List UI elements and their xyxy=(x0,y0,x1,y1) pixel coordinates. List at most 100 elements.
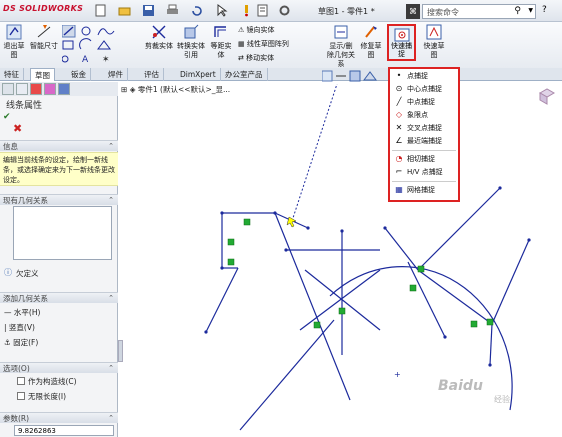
sketch-point xyxy=(306,226,310,230)
snap-item-point[interactable]: • 点捕捉 xyxy=(394,71,428,81)
tab-dimxpert[interactable]: DimXpert xyxy=(176,68,221,81)
snap-item-nearest[interactable]: ∠ 最近端捕捉 xyxy=(394,136,442,146)
parameters-header[interactable]: 参数(R) ⌃ xyxy=(0,412,118,423)
status-info-icon: ⓘ xyxy=(4,268,12,277)
exit-sketch-button[interactable]: 退出草图 xyxy=(2,23,26,60)
relation-vertical[interactable]: | 竖直(V) xyxy=(4,322,35,333)
title-bar: DS SOLIDWORKS 草图1 - 零件1 * ⌘ 搜索命令 ⚲ ▼ ? xyxy=(0,0,562,22)
help-button[interactable]: ? xyxy=(542,5,547,15)
magnifier-icon[interactable]: ⚲ xyxy=(514,6,521,16)
tab-office-products[interactable]: 办公室产品 xyxy=(221,68,268,81)
snap-item-label: 最近端捕捉 xyxy=(407,137,442,145)
relation-marker xyxy=(486,318,494,326)
collapse-icon[interactable]: ⌃ xyxy=(108,195,114,206)
command-manager-ribbon: 退出草图 智能尺寸 A ✶ 剪裁实体 转换实体引用 等距实体 ⚠ 镜向实体 ▦ 线… xyxy=(0,22,562,68)
relation-horizontal[interactable]: — 水平(H) xyxy=(4,307,40,318)
convert-entities-label: 转换实体引用 xyxy=(177,42,205,59)
sketch-point xyxy=(488,363,492,367)
ok-check-icon[interactable]: ✔ xyxy=(3,112,11,122)
smart-dimension-button[interactable]: 智能尺寸 xyxy=(30,23,58,51)
definition-status: 欠定义 xyxy=(16,269,39,278)
property-manager-tab[interactable] xyxy=(16,83,28,95)
linear-pattern-button[interactable]: ▦ 线性草图阵列 xyxy=(238,39,289,49)
new-document-icon[interactable] xyxy=(94,4,107,17)
graphics-area[interactable]: + xyxy=(122,84,562,437)
tangent-snap-icon: ◔ xyxy=(395,154,403,163)
linear-pattern-label: 线性草图阵列 xyxy=(246,40,289,48)
horizontal-icon: — xyxy=(4,308,12,317)
relation-fix[interactable]: ⚓ 固定(F) xyxy=(4,337,38,348)
vertical-icon: | xyxy=(4,323,7,332)
snap-item-midpoint[interactable]: ╱ 中点捕捉 xyxy=(394,97,435,107)
rebuild-icon[interactable] xyxy=(240,4,253,17)
options-header[interactable]: 选项(O) ⌃ xyxy=(0,362,118,373)
construction-checkbox[interactable] xyxy=(17,377,25,385)
collapse-icon[interactable]: ⌃ xyxy=(108,363,114,374)
configuration-manager-tab[interactable] xyxy=(30,83,42,95)
existing-relations-list[interactable] xyxy=(13,206,112,260)
svg-text:✶: ✶ xyxy=(102,55,110,65)
snap-item-center-point[interactable]: ⊙ 中心点捕捉 xyxy=(394,84,442,94)
snap-item-intersection[interactable]: ✕ 交叉点捕捉 xyxy=(394,123,442,133)
solidworks-logo[interactable]: DS SOLIDWORKS xyxy=(3,4,83,13)
sketch-line xyxy=(489,323,493,366)
collapse-icon[interactable]: ⌃ xyxy=(108,413,114,424)
save-icon[interactable] xyxy=(142,4,155,17)
move-entities-button[interactable]: ⇄ 移动实体 xyxy=(238,53,274,63)
chevron-down-icon[interactable]: ▼ xyxy=(528,7,533,14)
sketch-entity-tools[interactable]: A ✶ xyxy=(62,25,142,65)
repair-sketch-button[interactable]: 修复草图 xyxy=(358,23,384,60)
snap-item-tangent[interactable]: ◔ 相切捕捉 xyxy=(394,154,436,164)
quick-snaps-button[interactable]: 快速捕捉 xyxy=(387,24,416,61)
relation-marker xyxy=(243,218,251,226)
snap-item-grid[interactable]: ▦ 网格捕捉 xyxy=(394,185,435,195)
repair-sketch-icon xyxy=(365,26,377,38)
file-properties-icon[interactable] xyxy=(256,4,269,17)
mirror-entities-button[interactable]: ⚠ 镜向实体 xyxy=(238,25,275,35)
open-folder-icon[interactable] xyxy=(118,4,131,17)
snap-item-label: 网格捕捉 xyxy=(407,186,435,194)
message-box: 编辑当前线条的设定，绘制一新线条，或选择确定来为下一新线条更改设定。 xyxy=(0,152,118,186)
options-gear-icon[interactable] xyxy=(278,4,291,17)
feature-manager-tab[interactable] xyxy=(2,83,14,95)
tab-evaluate[interactable]: 评估 xyxy=(140,68,164,81)
logo-name: SOLIDWORKS xyxy=(19,4,84,13)
relation-horizontal-label: 水平(H) xyxy=(13,308,41,317)
tab-sheet-metal[interactable]: 钣金 xyxy=(67,68,91,81)
print-icon[interactable] xyxy=(166,4,179,17)
rapid-sketch-label: 快速草图 xyxy=(423,42,445,59)
display-manager-tab[interactable] xyxy=(58,83,70,95)
search-commands-input[interactable]: 搜索命令 ⚲ ▼ xyxy=(422,4,536,19)
display-delete-relations-button[interactable]: 显示/删除几何关系 xyxy=(326,23,356,69)
existing-relations-header[interactable]: 现有几何关系 ⌃ xyxy=(0,194,118,205)
convert-entities-button[interactable]: 转换实体引用 xyxy=(176,23,206,60)
infinite-length-checkbox[interactable] xyxy=(17,392,25,400)
linear-pattern-icon: ▦ xyxy=(238,40,245,48)
collapse-icon[interactable]: ⌃ xyxy=(108,141,114,152)
dimxpert-manager-tab[interactable] xyxy=(44,83,56,95)
rapid-sketch-button[interactable]: 快速草图 xyxy=(421,23,447,60)
sketch-line xyxy=(274,212,351,401)
view-cube-icon[interactable] xyxy=(537,87,557,105)
mirror-icon: ⚠ xyxy=(238,26,245,34)
select-arrow-icon[interactable] xyxy=(215,4,228,17)
sketch-line xyxy=(384,227,419,271)
tab-weldments[interactable]: 焊件 xyxy=(104,68,128,81)
center-point-snap-icon: ⊙ xyxy=(395,84,403,93)
tab-features[interactable]: 特征 xyxy=(0,68,24,81)
cancel-close-icon[interactable]: ✖ xyxy=(13,122,22,135)
length-field[interactable]: 9.8262863 xyxy=(14,425,114,436)
heads-up-view-toolbar[interactable] xyxy=(322,70,384,83)
snap-item-hv-point[interactable]: ⌐ H/V 点捕捉 xyxy=(394,167,443,177)
trim-entities-button[interactable]: 剪裁实体 xyxy=(144,23,174,51)
offset-entities-button[interactable]: 等距实体 xyxy=(208,23,234,60)
tab-sketch[interactable]: 草图 xyxy=(30,68,55,81)
snap-item-quadrant[interactable]: ◇ 象限点 xyxy=(394,110,428,120)
collapse-icon[interactable]: ⌃ xyxy=(108,293,114,304)
add-relations-header[interactable]: 添加几何关系 ⌃ xyxy=(0,292,118,303)
watermark-sub: 经验 xyxy=(494,395,510,404)
menu-divider xyxy=(392,181,456,182)
message-section-header[interactable]: 信息 ⌃ xyxy=(0,140,118,151)
snap-item-label: 象限点 xyxy=(407,111,428,119)
undo-icon[interactable] xyxy=(190,4,203,17)
